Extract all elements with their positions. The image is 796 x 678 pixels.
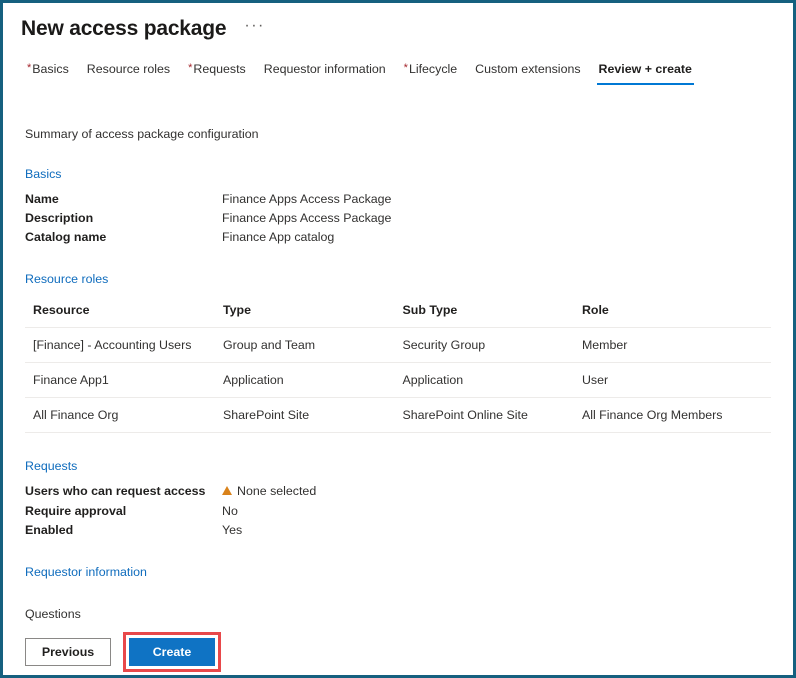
basics-key-description: Description [25,211,94,225]
requests-value-enabled: Yes [222,523,243,537]
more-options-icon[interactable]: ··· [240,18,268,40]
cell-resource: [Finance] - Accounting Users [25,327,215,363]
table-row: Finance App1 Application Application Use… [25,362,771,398]
required-asterisk-icon: * [188,62,193,74]
cell-resource: Finance App1 [25,362,215,398]
section-link-basics[interactable]: Basics [25,167,62,181]
previous-button[interactable]: Previous [25,638,111,666]
page-title: New access package [21,17,227,40]
basics-key-name: Name [25,192,59,206]
basics-value-description: Finance Apps Access Package [222,211,392,225]
tab-label: Basics [32,62,69,76]
requests-key-require-approval: Require approval [25,504,127,518]
section-link-requests[interactable]: Requests [25,459,77,473]
tab-review-create[interactable]: Review + create [590,57,701,85]
questions-subheading: Questions [25,607,81,621]
column-header-type: Type [215,296,395,328]
tab-label: Lifecycle [408,62,458,76]
create-button-highlight: Create [123,632,221,672]
tab-label: Requestor information [263,62,386,76]
cell-type: Application [215,362,395,398]
cell-role: All Finance Org Members [573,397,771,433]
requests-value-text: None selected [237,484,317,498]
tab-lifecycle[interactable]: *Lifecycle [395,57,467,85]
section-link-resource-roles[interactable]: Resource roles [25,272,108,286]
tab-label: Custom extensions [475,62,581,76]
tab-label: Resource roles [86,62,171,76]
resource-roles-table: Resource Type Sub Type Role [Finance] - … [25,296,771,433]
requests-key-users-who-can-request-access: Users who can request access [25,484,206,498]
required-asterisk-icon: * [27,62,32,74]
cell-sub-type: Security Group [394,327,574,363]
tab-label: Review + create [598,62,692,76]
required-asterisk-icon: * [403,62,408,74]
tab-custom-extensions[interactable]: Custom extensions [466,57,589,85]
requests-key-enabled: Enabled [25,523,74,537]
basics-key-catalog-name: Catalog name [25,230,107,244]
create-button[interactable]: Create [129,638,215,666]
basics-value-catalog-name: Finance App catalog [222,230,335,244]
tab-requests[interactable]: *Requests [179,57,255,85]
tab-requestor-information[interactable]: Requestor information [255,57,395,85]
requests-value-require-approval: No [222,504,238,518]
column-header-sub-type: Sub Type [394,296,574,328]
cell-type: SharePoint Site [215,397,395,433]
wizard-tablist: *Basics Resource roles *Requests Request… [3,43,793,85]
azure-portal-blade: New access package ··· *Basics Resource … [0,0,796,678]
wizard-footer: Previous Create [3,629,793,675]
blade-header: New access package ··· [3,3,793,43]
summary-caption: Summary of access package configuration [25,127,259,141]
requests-value-users-who-can-request-access: None selected [222,483,771,501]
review-content: Summary of access package configuration … [3,107,793,629]
cell-sub-type: SharePoint Online Site [394,397,574,433]
section-link-requestor-information[interactable]: Requestor information [25,565,147,579]
warning-icon [222,486,232,495]
cell-type: Group and Team [215,327,395,363]
cell-resource: All Finance Org [25,397,215,433]
cell-role: User [573,362,771,398]
requests-summary-list: Users who can request access None select… [25,483,771,539]
basics-summary-list: Name Finance Apps Access Package Descrip… [25,191,771,246]
cell-role: Member [573,327,771,363]
cell-sub-type: Application [394,362,574,398]
column-header-resource: Resource [25,296,215,328]
tab-label: Requests [193,62,246,76]
table-header-row: Resource Type Sub Type Role [25,296,771,328]
table-row: [Finance] - Accounting Users Group and T… [25,327,771,363]
basics-value-name: Finance Apps Access Package [222,192,392,206]
tab-basics[interactable]: *Basics [18,57,78,85]
tab-resource-roles[interactable]: Resource roles [78,57,179,85]
table-row: All Finance Org SharePoint Site SharePoi… [25,397,771,433]
column-header-role: Role [573,296,771,328]
